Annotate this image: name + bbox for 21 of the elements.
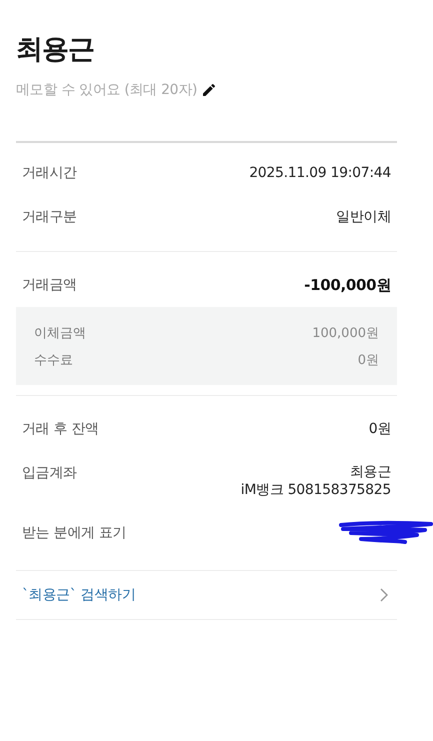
recipient-name: 최용근 xyxy=(16,33,95,67)
chevron-right-icon xyxy=(379,587,389,603)
row-value: 최용근 xyxy=(350,463,391,481)
row-label: 이체금액 xyxy=(34,324,86,342)
row-label: 받는 분에게 표기 xyxy=(22,524,126,543)
row-label: 거래시간 xyxy=(22,164,77,183)
row-value: 0원 xyxy=(358,352,379,368)
row-label: 입금계좌 xyxy=(22,464,77,483)
search-link[interactable]: `최용근` 검색하기 xyxy=(16,570,397,620)
row-label: 거래금액 xyxy=(22,276,77,295)
row-value: -100,000원 xyxy=(304,275,391,295)
row-value: 0원 xyxy=(368,420,391,439)
row-value: 100,000원 xyxy=(312,324,379,342)
row-label: 거래구분 xyxy=(22,208,77,227)
row-value: iM뱅크 508158375825 xyxy=(240,481,391,499)
search-link-text[interactable]: `최용근` 검색하기 xyxy=(22,586,136,604)
row-label: 거래 후 잔액 xyxy=(22,420,99,439)
row-label: 수수료 xyxy=(34,352,73,368)
pencil-icon xyxy=(201,82,218,98)
row-value: 2025.11.09 19:07:44 xyxy=(249,164,391,183)
row-value: 일반이체 xyxy=(336,208,391,227)
